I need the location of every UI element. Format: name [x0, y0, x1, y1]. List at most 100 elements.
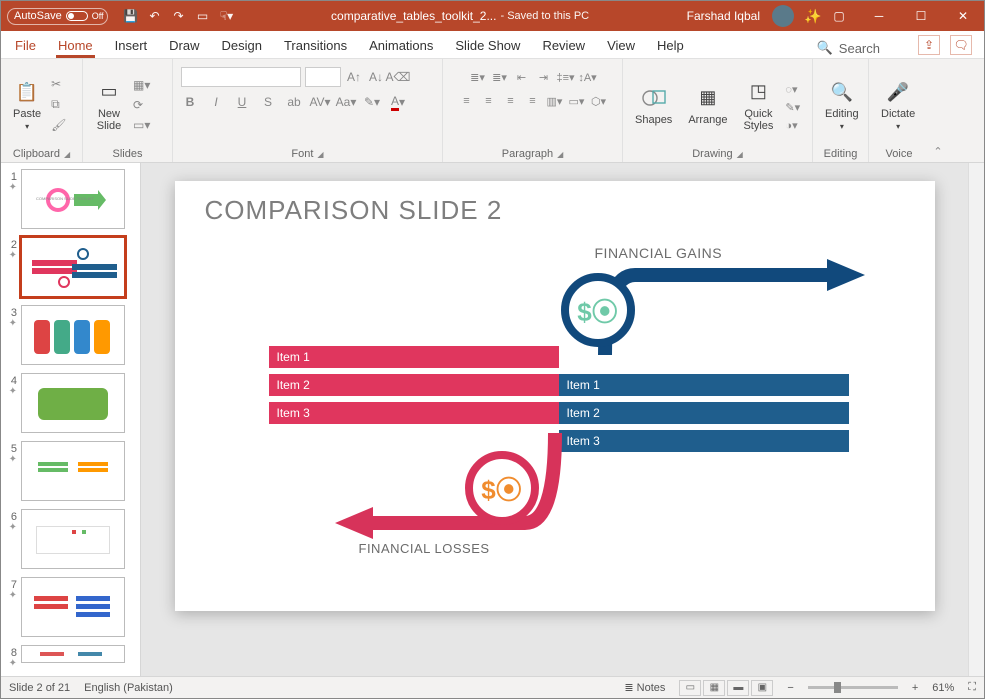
new-slide-button[interactable]: ▭ New Slide — [91, 76, 127, 134]
text-direction-icon[interactable]: ↕A▾ — [579, 69, 597, 85]
collapse-ribbon-icon[interactable]: ⌃ — [929, 59, 947, 162]
thumbnail-3[interactable] — [21, 305, 125, 365]
zoom-level[interactable]: 61% — [932, 682, 954, 694]
highlight-icon[interactable]: ✎▾ — [363, 93, 381, 111]
reading-view-icon[interactable]: ▬ — [727, 680, 749, 696]
tab-help[interactable]: Help — [655, 34, 686, 58]
normal-view-icon[interactable]: ▭ — [679, 680, 701, 696]
change-case-icon[interactable]: Aa▾ — [337, 93, 355, 111]
tab-insert[interactable]: Insert — [113, 34, 150, 58]
losses-circle-icon[interactable]: $⦿ — [465, 451, 539, 525]
comments-button[interactable]: 🗨 — [950, 35, 972, 55]
tab-design[interactable]: Design — [220, 34, 264, 58]
loss-item-1[interactable]: Item 1 — [269, 346, 559, 368]
align-center-icon[interactable]: ≡ — [480, 93, 498, 109]
quick-styles-button[interactable]: ◳ Quick Styles — [739, 76, 777, 134]
tab-draw[interactable]: Draw — [167, 34, 201, 58]
fit-to-window-icon[interactable]: ⛶ — [968, 681, 976, 694]
layout-icon[interactable]: ▦▾ — [133, 78, 150, 92]
coming-soon-icon[interactable]: ✨ — [806, 9, 820, 23]
slide-counter[interactable]: Slide 2 of 21 — [9, 682, 70, 694]
gains-circle-icon[interactable]: $⦿ — [561, 273, 635, 347]
indent-right-icon[interactable]: ⇥ — [535, 69, 553, 85]
tab-slideshow[interactable]: Slide Show — [453, 34, 522, 58]
shadow-button[interactable]: ab — [285, 93, 303, 111]
dictate-button[interactable]: 🎤 Dictate ▾ — [877, 76, 919, 133]
shapes-button[interactable]: Shapes — [631, 82, 676, 128]
tab-review[interactable]: Review — [540, 34, 587, 58]
indent-left-icon[interactable]: ⇤ — [513, 69, 531, 85]
thumbnail-4[interactable] — [21, 373, 125, 433]
strikethrough-button[interactable]: S — [259, 93, 277, 111]
autosave-toggle[interactable]: AutoSave Off — [7, 8, 108, 25]
gain-item-2[interactable]: Item 2 — [559, 402, 849, 424]
maximize-button[interactable]: ☐ — [900, 1, 942, 31]
loss-item-2[interactable]: Item 2 — [269, 374, 559, 396]
editing-button[interactable]: 🔍 Editing ▾ — [821, 76, 863, 133]
thumbnail-1[interactable]: COMPARISON SLIDE TOOLKIT — [21, 169, 125, 229]
ribbon-display-icon[interactable]: ▢ — [832, 9, 846, 23]
section-icon[interactable]: ▭▾ — [133, 118, 150, 132]
user-name[interactable]: Farshad Iqbal — [687, 9, 760, 23]
bold-button[interactable]: B — [181, 93, 199, 111]
align-right-icon[interactable]: ≡ — [502, 93, 520, 109]
tab-view[interactable]: View — [605, 34, 637, 58]
justify-icon[interactable]: ≡ — [524, 93, 542, 109]
undo-icon[interactable]: ↶ — [148, 9, 162, 23]
loss-item-3[interactable]: Item 3 — [269, 402, 559, 424]
line-spacing-icon[interactable]: ‡≡▾ — [557, 69, 575, 85]
numbering-icon[interactable]: ≣▾ — [491, 69, 509, 85]
slide[interactable]: COMPARISON SLIDE 2 FINANCIAL GAINS $⦿ It… — [175, 181, 935, 611]
cut-icon[interactable]: ✂ — [51, 77, 66, 91]
tab-home[interactable]: Home — [56, 34, 95, 58]
thumbnail-6[interactable] — [21, 509, 125, 569]
search-box[interactable]: 🔍 Search — [811, 38, 886, 58]
zoom-out-button[interactable]: − — [787, 682, 793, 694]
align-left-icon[interactable]: ≡ — [458, 93, 476, 109]
font-color-icon[interactable]: A▾ — [389, 93, 407, 111]
decrease-font-icon[interactable]: A↓ — [367, 68, 385, 86]
losses-heading[interactable]: FINANCIAL LOSSES — [359, 541, 490, 556]
smartart-icon[interactable]: ⬡▾ — [590, 93, 608, 109]
italic-button[interactable]: I — [207, 93, 225, 111]
tab-transitions[interactable]: Transitions — [282, 34, 349, 58]
copy-icon[interactable]: ⧉ — [51, 97, 66, 112]
notes-button[interactable]: ≣ Notes — [624, 681, 665, 694]
font-family-select[interactable] — [181, 67, 301, 87]
tab-file[interactable]: File — [13, 34, 38, 58]
align-text-icon[interactable]: ▭▾ — [568, 93, 586, 109]
user-avatar-icon[interactable] — [772, 5, 794, 27]
minimize-button[interactable]: ─ — [858, 1, 900, 31]
increase-font-icon[interactable]: A↑ — [345, 68, 363, 86]
slide-title[interactable]: COMPARISON SLIDE 2 — [205, 195, 503, 226]
shape-outline-icon[interactable]: ✎▾ — [785, 101, 800, 114]
zoom-in-button[interactable]: + — [912, 682, 918, 694]
start-from-beginning-icon[interactable]: ▭ — [196, 9, 210, 23]
slide-canvas-area[interactable]: COMPARISON SLIDE 2 FINANCIAL GAINS $⦿ It… — [141, 163, 968, 676]
close-button[interactable]: ✕ — [942, 1, 984, 31]
sorter-view-icon[interactable]: ▦ — [703, 680, 725, 696]
arrange-button[interactable]: ▦ Arrange — [684, 82, 731, 128]
columns-icon[interactable]: ▥▾ — [546, 93, 564, 109]
shape-fill-icon[interactable]: ◌▾ — [785, 83, 800, 96]
font-size-select[interactable] — [305, 67, 341, 87]
clear-format-icon[interactable]: A⌫ — [389, 68, 407, 86]
tab-animations[interactable]: Animations — [367, 34, 435, 58]
thumbnail-pane[interactable]: 1✦ COMPARISON SLIDE TOOLKIT 2✦ 3✦ — [1, 163, 141, 676]
format-painter-icon[interactable]: 🖌 — [51, 118, 66, 132]
thumbnail-5[interactable] — [21, 441, 125, 501]
bullets-icon[interactable]: ≣▾ — [469, 69, 487, 85]
shape-effects-icon[interactable]: ◑▾ — [785, 119, 800, 132]
save-icon[interactable]: 💾 — [124, 9, 138, 23]
thumbnail-2[interactable] — [21, 237, 125, 297]
redo-icon[interactable]: ↷ — [172, 9, 186, 23]
char-spacing-icon[interactable]: AV▾ — [311, 93, 329, 111]
reset-icon[interactable]: ⟳ — [133, 98, 150, 112]
paste-button[interactable]: 📋 Paste ▾ — [9, 76, 45, 133]
zoom-slider[interactable] — [808, 686, 898, 689]
share-button[interactable]: ⇪ — [918, 35, 940, 55]
gain-item-1[interactable]: Item 1 — [559, 374, 849, 396]
vertical-scrollbar[interactable] — [968, 163, 984, 676]
thumbnail-8[interactable] — [21, 645, 125, 663]
touch-mode-icon[interactable]: ☟▾ — [220, 9, 234, 23]
